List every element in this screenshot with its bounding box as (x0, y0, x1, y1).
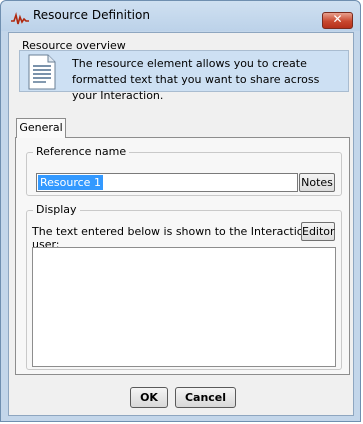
cancel-button[interactable]: Cancel (175, 387, 236, 408)
overview-description: The resource element allows you to creat… (72, 57, 320, 102)
display-text-area[interactable] (32, 247, 336, 367)
general-tab-panel: Reference name Resource 1 Notes Display … (15, 137, 350, 375)
editor-button[interactable]: Editor (301, 222, 335, 241)
window-title: Resource Definition (33, 8, 150, 22)
close-button[interactable]: ✕ (322, 12, 353, 29)
notes-button[interactable]: Notes (299, 173, 335, 192)
reference-name-input[interactable]: Resource 1 (36, 173, 298, 192)
dialog-body: Resource overview The resource element a… (8, 32, 354, 416)
ok-button[interactable]: OK (130, 387, 168, 408)
display-label: Display (33, 203, 80, 216)
reference-name-group: Reference name Resource 1 Notes (26, 145, 342, 196)
reference-name-label: Reference name (33, 145, 130, 158)
overview-panel: The resource element allows you to creat… (19, 50, 349, 102)
title-bar[interactable]: Resource Definition ✕ (1, 1, 360, 31)
document-icon (28, 54, 56, 90)
resource-definition-dialog: Resource Definition ✕ Resource overview … (0, 0, 361, 422)
display-group: Display The text entered below is shown … (26, 203, 342, 370)
reference-name-value: Resource 1 (38, 175, 103, 190)
app-logo-icon (11, 12, 29, 25)
close-icon: ✕ (332, 12, 343, 26)
tab-general[interactable]: General (16, 118, 66, 138)
